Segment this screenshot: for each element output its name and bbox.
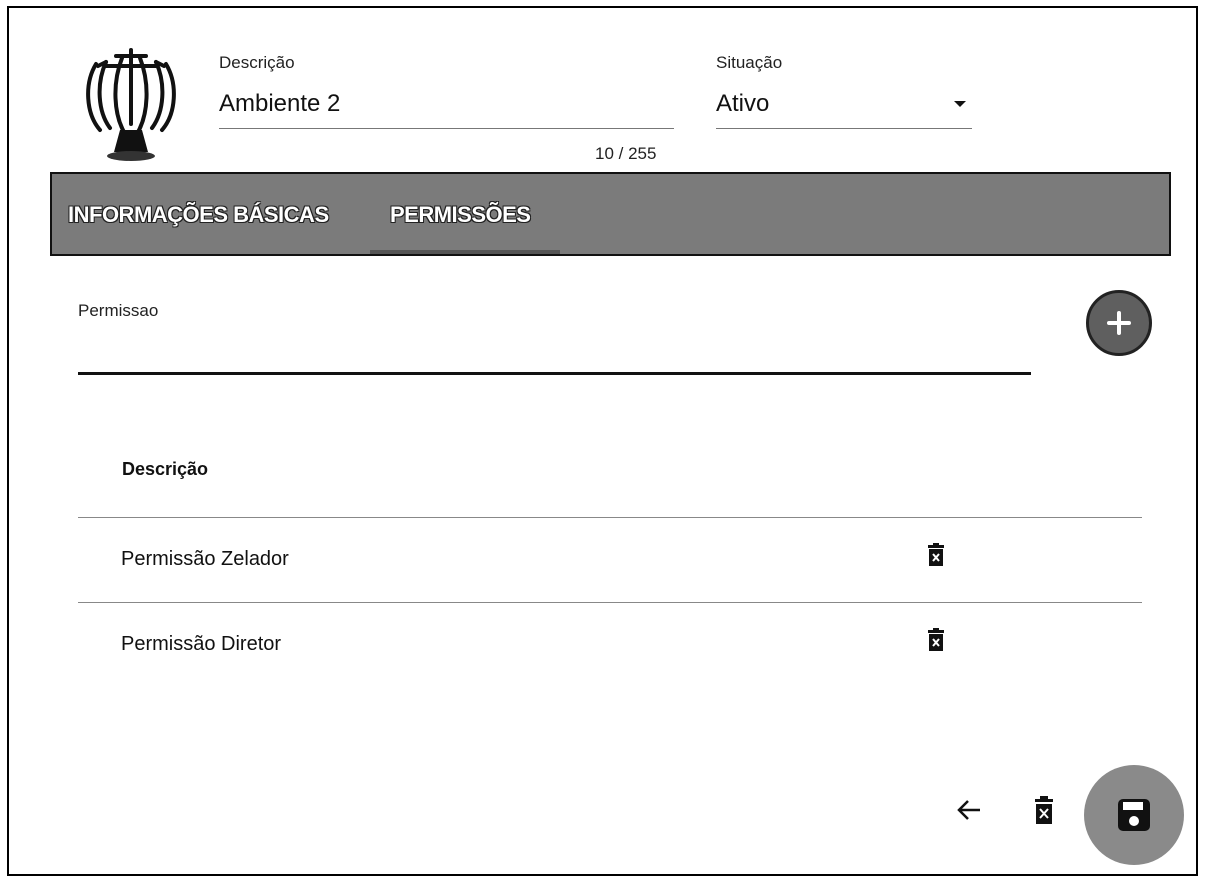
active-tab-indicator	[370, 250, 560, 254]
column-header-descricao: Descrição	[122, 459, 209, 479]
delete-icon[interactable]	[926, 543, 946, 567]
delete-icon[interactable]	[1033, 795, 1055, 825]
row-divider	[78, 517, 1142, 518]
situacao-underline	[716, 128, 972, 129]
logo-icon	[86, 48, 176, 161]
descricao-input[interactable]: Ambiente 2	[219, 90, 340, 118]
descricao-char-counter: 10 / 255	[595, 144, 657, 163]
tab-bar: INFORMAÇÕES BÁSICAS PERMISSÕES	[50, 172, 1171, 256]
save-button[interactable]	[1084, 765, 1184, 865]
tab-informacoes-basicas[interactable]: INFORMAÇÕES BÁSICAS	[68, 202, 329, 228]
delete-icon[interactable]	[926, 628, 946, 652]
descricao-label: Descrição	[219, 53, 295, 72]
situacao-label: Situação	[716, 53, 783, 72]
situacao-select[interactable]: Ativo	[716, 90, 769, 118]
save-icon	[1118, 799, 1150, 831]
permissao-label: Permissao	[78, 301, 159, 320]
arrow-left-icon[interactable]	[954, 795, 984, 825]
permissao-input[interactable]	[78, 325, 1031, 371]
chevron-down-icon[interactable]	[954, 101, 966, 107]
table-row-descricao: Permissão Zelador	[121, 548, 289, 570]
add-permission-button[interactable]	[1086, 290, 1152, 356]
row-divider	[78, 602, 1142, 603]
tab-permissoes[interactable]: PERMISSÕES	[390, 202, 531, 228]
descricao-underline	[219, 128, 674, 129]
plus-icon	[1107, 311, 1131, 335]
permissao-underline	[78, 372, 1031, 375]
table-row-descricao: Permissão Diretor	[121, 633, 282, 655]
